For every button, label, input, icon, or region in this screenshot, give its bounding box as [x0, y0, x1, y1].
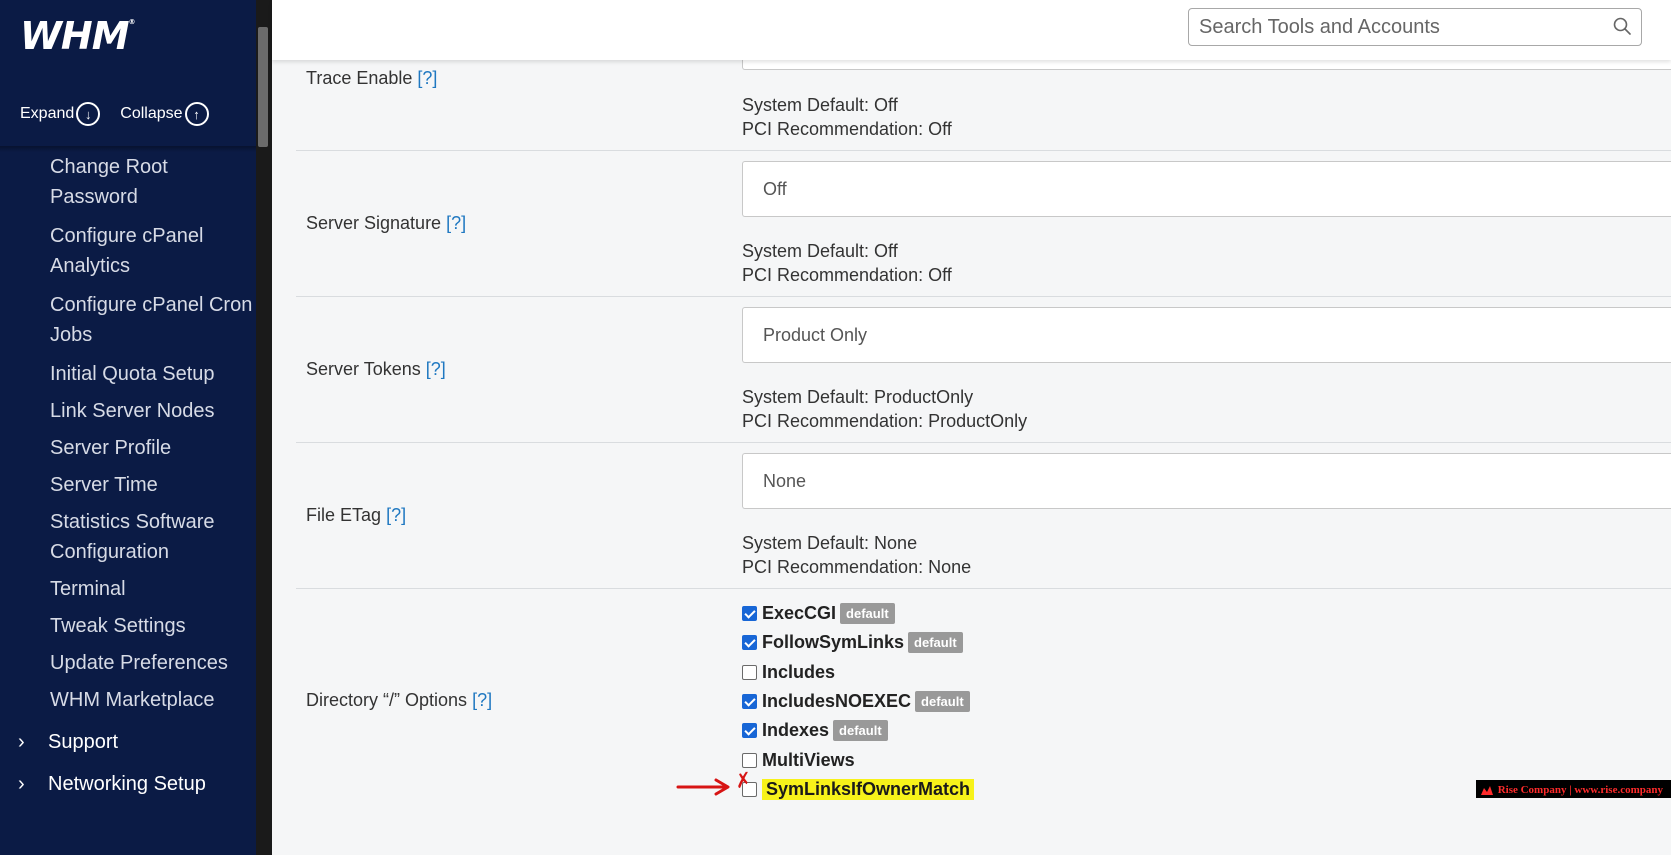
expand-label: Expand	[20, 105, 75, 122]
arrow-down-circle-icon: ↓	[76, 102, 101, 126]
search-icon[interactable]	[1613, 17, 1631, 35]
help-link[interactable]: [?]	[446, 213, 466, 233]
sidebar-item-statistics-software-configuration[interactable]: Statistics Software Configuration	[0, 507, 268, 567]
option-symlinksifownermatch: SymLinksIfOwnerMatch	[742, 775, 975, 804]
sidebar-group-label: Networking Setup	[48, 772, 206, 795]
default-badge: default	[915, 691, 970, 713]
server-signature-select[interactable]: Off	[742, 161, 1671, 217]
setting-defaults: System Default: ProductOnly PCI Recommen…	[742, 387, 1028, 431]
sidebar-item-server-profile[interactable]: Server Profile	[0, 433, 268, 463]
rise-company-logo-icon	[1480, 786, 1493, 795]
server-tokens-select[interactable]: Product Only	[742, 307, 1671, 363]
watermark-text: Rise Company | www.rise.company	[1497, 784, 1663, 796]
sidebar-group-label: Support	[48, 730, 119, 753]
option-multiviews: MultiViews	[742, 745, 974, 774]
sidebar-item-link-server-nodes[interactable]: Link Server Nodes	[0, 396, 268, 426]
sidebar: WHM® Expand ↓ Collapse ↑ Change Root Pas…	[0, 0, 272, 855]
whm-logo[interactable]: WHM®	[20, 14, 136, 58]
arrow-up-circle-icon: ↑	[184, 102, 209, 126]
chevron-right-icon: ›	[18, 730, 25, 753]
option-includes: Includes	[742, 658, 974, 687]
setting-defaults: System Default: None PCI Recommendation:…	[742, 533, 972, 577]
sidebar-item-server-time[interactable]: Server Time	[0, 470, 268, 500]
option-followsymlinks: FollowSymLinks default	[742, 628, 974, 657]
collapse-label: Collapse	[120, 105, 183, 122]
chevron-right-icon: ›	[18, 772, 25, 795]
followsymlinks-checkbox[interactable]	[742, 635, 757, 651]
expand-collapse-controls: Expand ↓ Collapse ↑	[20, 102, 209, 126]
setting-defaults: System Default: Off PCI Recommendation: …	[742, 241, 952, 285]
file-etag-select[interactable]: None	[742, 453, 1671, 509]
sidebar-item-configure-cpanel-analytics[interactable]: Configure cPanel Analytics	[0, 221, 268, 281]
sidebar-item-configure-cpanel-cron-jobs[interactable]: Configure cPanel Cron Jobs	[0, 290, 268, 350]
sidebar-group-support[interactable]: › Support	[0, 722, 268, 762]
help-link[interactable]: [?]	[417, 68, 437, 88]
setting-row-file-etag: None File ETag [?] System Default: None …	[296, 443, 1671, 589]
setting-label: File ETag [?]	[306, 505, 407, 525]
watermark: Rise Company | www.rise.company	[1475, 780, 1671, 798]
option-indexes: Indexes default	[742, 716, 974, 745]
red-arrow-annotation-icon	[676, 778, 730, 796]
indexes-checkbox[interactable]	[742, 723, 757, 739]
expand-button[interactable]: Expand ↓	[20, 102, 101, 126]
setting-label: Server Tokens [?]	[306, 359, 446, 379]
sidebar-group-networking-setup[interactable]: › Networking Setup	[0, 764, 268, 804]
sidebar-scrollbar[interactable]	[256, 0, 272, 855]
setting-defaults: System Default: Off PCI Recommendation: …	[742, 95, 952, 139]
help-link[interactable]: [?]	[426, 359, 446, 379]
sidebar-item-update-preferences[interactable]: Update Preferences	[0, 648, 268, 678]
includesnoexec-checkbox[interactable]	[742, 694, 757, 710]
sidebar-scroll-thumb[interactable]	[258, 27, 268, 147]
collapse-button[interactable]: Collapse ↑	[120, 102, 209, 126]
main-content: Trace Enable [?] System Default: Off PCI…	[272, 0, 1671, 855]
help-link[interactable]: [?]	[472, 690, 492, 710]
sidebar-item-change-root-password[interactable]: Change Root Password	[0, 152, 268, 212]
default-badge: default	[840, 603, 895, 625]
setting-row-server-signature: Off Server Signature [?] System Default:…	[296, 151, 1671, 297]
sidebar-nav: Change Root Password Configure cPanel An…	[0, 152, 268, 804]
highlighted-option-label: SymLinksIfOwnerMatch	[762, 778, 975, 800]
setting-row-directory-options: Directory “/” Options [?] ExecCGI defaul…	[296, 589, 1671, 855]
sidebar-item-initial-quota-setup[interactable]: Initial Quota Setup	[0, 359, 268, 389]
setting-label: Directory “/” Options [?]	[306, 690, 493, 710]
directory-options-list: ExecCGI default FollowSymLinks default I…	[742, 599, 975, 804]
setting-row-server-tokens: Product Only Server Tokens [?] System De…	[296, 297, 1671, 443]
top-header	[272, 0, 1671, 60]
search-box	[1188, 8, 1642, 46]
execcgi-checkbox[interactable]	[742, 606, 757, 622]
setting-label: Trace Enable [?]	[306, 68, 438, 88]
setting-label: Server Signature [?]	[306, 213, 467, 233]
option-execcgi: ExecCGI default	[742, 599, 974, 628]
sidebar-item-tweak-settings[interactable]: Tweak Settings	[0, 611, 268, 641]
search-input[interactable]	[1189, 15, 1589, 39]
includes-checkbox[interactable]	[742, 664, 757, 680]
sidebar-item-whm-marketplace[interactable]: WHM Marketplace	[0, 685, 268, 715]
default-badge: default	[833, 720, 888, 742]
sidebar-item-terminal[interactable]: Terminal	[0, 574, 268, 604]
help-link[interactable]: [?]	[386, 505, 406, 525]
multiviews-checkbox[interactable]	[742, 752, 757, 768]
default-badge: default	[908, 632, 963, 654]
option-includesnoexec: IncludesNOEXEC default	[742, 687, 974, 716]
